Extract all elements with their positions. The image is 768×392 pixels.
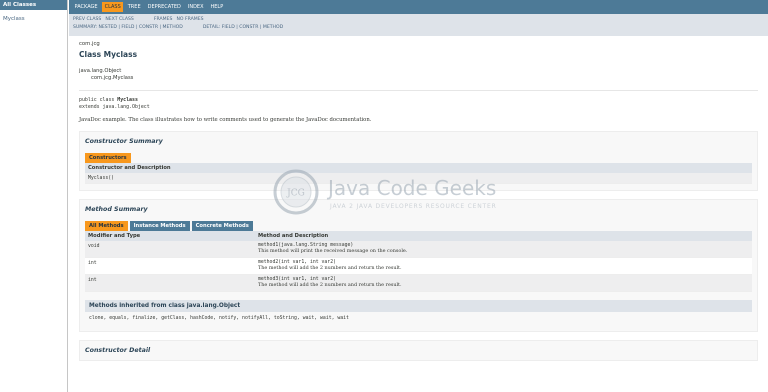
inheritance-child: com.jcg.Myclass	[91, 75, 134, 81]
page-title: Class Myclass	[79, 50, 138, 59]
constructor-summary-title: Constructor Summary	[85, 138, 163, 145]
left-frame: All Classes Myclass	[0, 0, 68, 392]
constructor-link[interactable]: Myclass()	[88, 176, 114, 181]
inherited-methods-title: Methods inherited from class java.lang.O…	[85, 300, 752, 312]
constructor-detail-title: Constructor Detail	[85, 347, 151, 354]
column-header: Constructor and Description	[85, 163, 752, 173]
table-row: int method3(int var1, int var2) The meth…	[85, 274, 752, 292]
nav-package[interactable]: PACKAGE	[72, 2, 100, 12]
method-summary-table: Modifier and Type Method and Description…	[85, 231, 752, 292]
column-header: Method and Description	[255, 231, 752, 241]
nav-class: CLASS	[102, 2, 124, 12]
all-classes-header: All Classes	[0, 0, 67, 10]
constructor-caption-row: Constructors	[85, 153, 752, 163]
package-label: com.jcg	[79, 41, 100, 47]
no-frames-link[interactable]: NO FRAMES	[176, 16, 203, 24]
method-return-type: int	[88, 278, 97, 283]
prev-class-link[interactable]: PREV CLASS	[73, 16, 101, 24]
class-list: Myclass	[0, 10, 67, 26]
inheritance-root: java.lang.Object	[79, 68, 122, 74]
tab-concrete-methods[interactable]: Concrete Methods	[191, 221, 253, 231]
constructor-summary-table: Constructor and Description Myclass()	[85, 163, 752, 184]
summary-links[interactable]: SUMMARY: NESTED | FIELD | CONSTR | METHO…	[73, 24, 183, 32]
sub-navbar: PREV CLASS NEXT CLASS FRAMES NO FRAMES S…	[69, 14, 768, 36]
detail-links[interactable]: DETAIL: FIELD | CONSTR | METHOD	[203, 24, 283, 32]
top-navbar: PACKAGE CLASS TREE DEPRECATED INDEX HELP	[69, 0, 768, 14]
nav-deprecated[interactable]: DEPRECATED	[145, 2, 183, 12]
class-link-myclass[interactable]: Myclass	[3, 16, 25, 22]
next-class-link[interactable]: NEXT CLASS	[105, 16, 134, 24]
table-row: void method1(java.lang.String message) T…	[85, 241, 752, 258]
divider	[79, 90, 758, 91]
nav-index[interactable]: INDEX	[185, 2, 206, 12]
signature-extends: extends java.lang.Object	[79, 103, 150, 110]
frames-link[interactable]: FRAMES	[154, 16, 173, 24]
class-signature: public class Myclass extends java.lang.O…	[79, 97, 758, 110]
tab-instance-methods[interactable]: Instance Methods	[129, 221, 190, 231]
nav-tree[interactable]: TREE	[125, 2, 143, 12]
table-row: Myclass()	[85, 173, 752, 184]
inherited-methods-list[interactable]: clone, equals, finalize, getClass, hashC…	[85, 312, 752, 325]
method-return-type: int	[88, 261, 97, 266]
subnav-row-1: PREV CLASS NEXT CLASS FRAMES NO FRAMES	[73, 16, 764, 24]
inheritance-tree: java.lang.Object com.jcg.Myclass	[79, 68, 758, 82]
table-row: int method2(int var1, int var2) The meth…	[85, 257, 752, 275]
constructor-detail-block: Constructor Detail	[79, 340, 758, 361]
nav-help[interactable]: HELP	[208, 2, 226, 12]
method-description: The method will add the 2 numbers and re…	[258, 265, 402, 271]
signature-class-name: Myclass	[117, 97, 138, 103]
constructors-tab: Constructors	[85, 153, 131, 163]
right-frame: PACKAGE CLASS TREE DEPRECATED INDEX HELP…	[69, 0, 768, 392]
constructor-summary-block: Constructor Summary Constructors Constru…	[79, 131, 758, 191]
subnav-row-2: SUMMARY: NESTED | FIELD | CONSTR | METHO…	[73, 24, 764, 32]
class-description: JavaDoc example. The class illustrates h…	[79, 117, 372, 123]
column-header: Modifier and Type	[85, 231, 255, 241]
method-caption-row: All Methods Instance Methods Concrete Me…	[85, 221, 752, 231]
method-description: The method will add the 2 numbers and re…	[258, 282, 402, 288]
signature-prefix: public class	[79, 97, 118, 103]
method-summary-title: Method Summary	[85, 206, 148, 213]
method-summary-block: Method Summary All Methods Instance Meth…	[79, 199, 758, 332]
tab-all-methods[interactable]: All Methods	[85, 221, 128, 231]
method-description: This method will print the received mess…	[258, 248, 408, 254]
method-return-type: void	[88, 244, 100, 249]
class-content: com.jcg Class Myclass java.lang.Object c…	[69, 36, 768, 361]
